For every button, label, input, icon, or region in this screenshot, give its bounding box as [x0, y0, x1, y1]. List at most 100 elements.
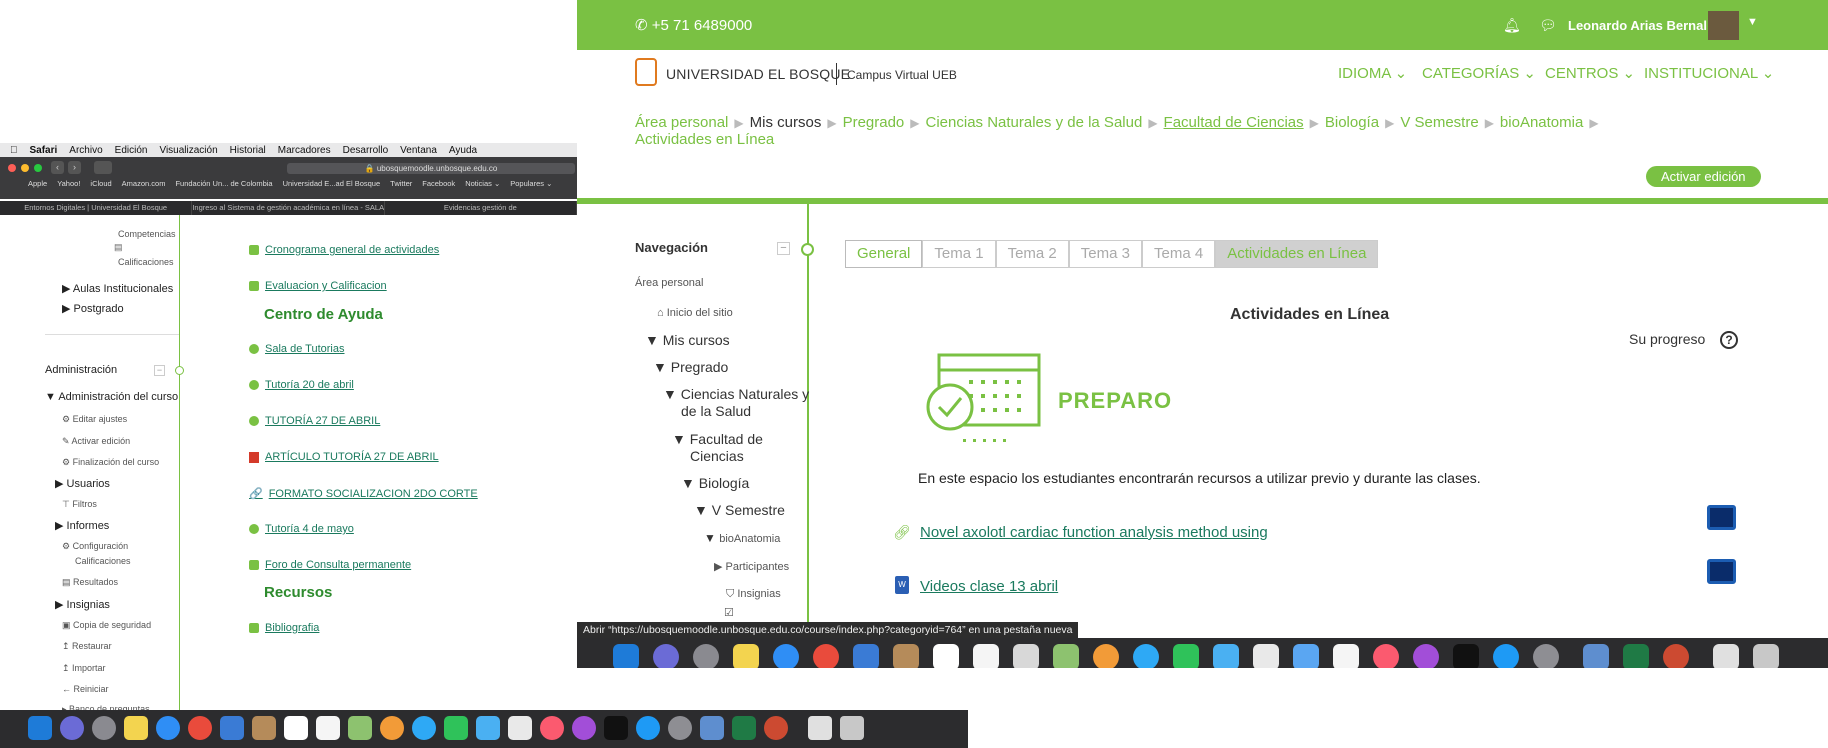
- menu-desarrollo[interactable]: Desarrollo: [343, 145, 389, 156]
- crumb-pregrado[interactable]: Pregrado: [843, 114, 905, 131]
- calendar-icon[interactable]: [933, 644, 959, 668]
- nav-editar[interactable]: ⚙ Editar ajustes: [62, 413, 127, 425]
- notes-icon[interactable]: [733, 644, 759, 668]
- user-name[interactable]: Leonardo Arias Bernal: [1568, 18, 1707, 33]
- browser-tab[interactable]: Evidencias gestión de: [385, 201, 577, 215]
- activity-cronograma[interactable]: Cronograma general de actividades: [249, 244, 439, 256]
- activity-tutoria20[interactable]: Tutoría 20 de abril: [249, 379, 354, 391]
- collapse-icon[interactable]: −: [154, 365, 165, 376]
- tv-icon[interactable]: [604, 716, 628, 740]
- avatar[interactable]: [1708, 11, 1739, 40]
- finder-icon[interactable]: [28, 716, 52, 740]
- siri-icon[interactable]: [653, 644, 679, 668]
- music-icon[interactable]: [1373, 644, 1399, 668]
- nav-admin-curso[interactable]: ▼ Administración del curso: [45, 391, 178, 403]
- excel-icon[interactable]: [1623, 644, 1649, 668]
- activar-edicion-button[interactable]: Activar edición: [1646, 166, 1761, 187]
- nav-resultados[interactable]: ▤ Resultados: [62, 576, 118, 588]
- settings-icon[interactable]: [668, 716, 692, 740]
- safari-icon[interactable]: [773, 644, 799, 668]
- presentation-icon[interactable]: [1293, 644, 1319, 668]
- resource-link-novel[interactable]: Novel axolotl cardiac function analysis …: [920, 524, 1268, 541]
- fav-item[interactable]: Facebook: [422, 179, 455, 191]
- menu-edicion[interactable]: Edición: [115, 145, 148, 156]
- excel-icon[interactable]: [732, 716, 756, 740]
- keynote-icon[interactable]: [1213, 644, 1239, 668]
- fav-item[interactable]: Universidad E...ad El Bosque: [283, 179, 381, 191]
- chat-icon[interactable]: 💬︎: [1539, 17, 1557, 34]
- crumb-facultad[interactable]: Facultad de Ciencias: [1164, 114, 1304, 131]
- tab-actividades[interactable]: Actividades en Línea: [1215, 240, 1379, 268]
- nav-inicio[interactable]: ⌂ Inicio del sitio: [657, 307, 733, 319]
- nav-facultad[interactable]: ▼ Facultad de: [672, 431, 763, 447]
- completion-checkbox[interactable]: [1707, 559, 1736, 584]
- numbers-icon[interactable]: [508, 716, 532, 740]
- activity-foro[interactable]: Foro de Consulta permanente: [249, 559, 411, 571]
- reminders-icon[interactable]: [973, 644, 999, 668]
- tab-tema1[interactable]: Tema 1: [922, 240, 996, 268]
- photos-icon[interactable]: [380, 716, 404, 740]
- resource-link-videos[interactable]: Videos clase 13 abril: [920, 578, 1058, 595]
- contacts-icon[interactable]: [893, 644, 919, 668]
- nav-biologia[interactable]: ▼ Biología: [681, 475, 749, 491]
- nav-area[interactable]: Área personal: [635, 277, 704, 289]
- safari-icon[interactable]: [156, 716, 180, 740]
- crumb-area[interactable]: Área personal: [635, 114, 728, 131]
- document-icon[interactable]: [808, 716, 832, 740]
- nav-config[interactable]: ⚙ Configuración: [62, 540, 128, 552]
- activity-formato[interactable]: 🔗 FORMATO SOCIALIZACION 2DO CORTE: [249, 487, 478, 501]
- facetime-icon[interactable]: [1173, 644, 1199, 668]
- tab-tema2[interactable]: Tema 2: [995, 240, 1069, 268]
- nav-usuarios[interactable]: ▶ Usuarios: [55, 477, 110, 490]
- back-icon[interactable]: ‹: [51, 161, 64, 174]
- crumb-semestre[interactable]: V Semestre: [1400, 114, 1478, 131]
- nav-filtros[interactable]: ⊤ Filtros: [62, 498, 97, 510]
- collapse-icon[interactable]: −: [777, 242, 790, 255]
- photos-icon[interactable]: [1093, 644, 1119, 668]
- forward-icon[interactable]: ›: [68, 161, 81, 174]
- menu-marcadores[interactable]: Marcadores: [278, 145, 331, 156]
- crumb-mis[interactable]: Mis cursos: [750, 114, 822, 131]
- crumb-ciencias[interactable]: Ciencias Naturales y de la Salud: [926, 114, 1143, 131]
- nav-semestre[interactable]: ▼ V Semestre: [694, 502, 785, 518]
- fav-item[interactable]: Twitter: [390, 179, 412, 191]
- maps-icon[interactable]: [1053, 644, 1079, 668]
- menu-archivo[interactable]: Archivo: [69, 145, 102, 156]
- keynote-icon[interactable]: [476, 716, 500, 740]
- menu-institucional[interactable]: INSTITUCIONAL ⌄: [1644, 64, 1774, 82]
- preview-icon[interactable]: [1583, 644, 1609, 668]
- tab-tema4[interactable]: Tema 4: [1141, 240, 1216, 268]
- apple-icon[interactable]: : [10, 145, 18, 156]
- tab-tema3[interactable]: Tema 3: [1068, 240, 1142, 268]
- menu-ayuda[interactable]: Ayuda: [449, 145, 477, 156]
- activity-bibliografia[interactable]: Bibliografia: [249, 622, 319, 634]
- crumb-bioanatomia[interactable]: bioAnatomia: [1500, 114, 1583, 131]
- podcasts-icon[interactable]: [572, 716, 596, 740]
- activity-tutoria4[interactable]: Tutoría 4 de mayo: [249, 523, 354, 535]
- tools-icon[interactable]: [1333, 644, 1359, 668]
- trash-icon[interactable]: [840, 716, 864, 740]
- contacts-icon[interactable]: [252, 716, 276, 740]
- minimize-button[interactable]: [21, 164, 29, 172]
- finder-icon[interactable]: [613, 644, 639, 668]
- messages-icon[interactable]: [1133, 644, 1159, 668]
- maps-icon[interactable]: [348, 716, 372, 740]
- nav-bioanatomia[interactable]: ▼ bioAnatomia: [704, 531, 780, 545]
- browser-tab[interactable]: Ingreso al Sistema de gestión académica …: [192, 201, 385, 215]
- reminders-icon[interactable]: [316, 716, 340, 740]
- nav-activar[interactable]: ✎ Activar edición: [62, 435, 130, 447]
- crumb-actividades[interactable]: Actividades en Línea: [635, 131, 774, 148]
- menu-centros[interactable]: CENTROS ⌄: [1545, 64, 1635, 82]
- menu-idioma[interactable]: IDIOMA ⌄: [1338, 64, 1407, 82]
- music-icon[interactable]: [540, 716, 564, 740]
- notebook-icon[interactable]: [1013, 644, 1039, 668]
- launchpad-icon[interactable]: [693, 644, 719, 668]
- activity-sala[interactable]: Sala de Tutorias: [249, 343, 345, 355]
- close-button[interactable]: [8, 164, 16, 172]
- messages-icon[interactable]: [412, 716, 436, 740]
- tv-icon[interactable]: [1453, 644, 1479, 668]
- podcasts-icon[interactable]: [1413, 644, 1439, 668]
- fav-item[interactable]: iCloud: [90, 179, 111, 191]
- nav-insignias[interactable]: ⛉ Insignias: [726, 588, 781, 601]
- nav-informes[interactable]: ▶ Informes: [55, 519, 109, 532]
